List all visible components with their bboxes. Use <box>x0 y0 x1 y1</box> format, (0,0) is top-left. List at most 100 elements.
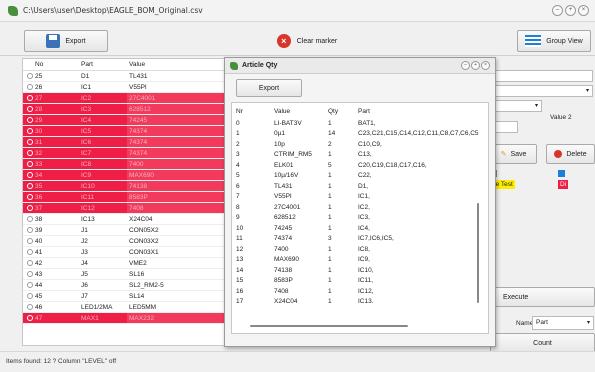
expand-icon[interactable] <box>27 117 33 123</box>
expand-icon[interactable] <box>27 238 33 244</box>
minimize-icon[interactable]: – <box>552 5 563 16</box>
table-row[interactable]: 12 7400 1 IC8, <box>232 244 488 255</box>
horizontal-scrollbar[interactable] <box>250 325 408 327</box>
execute-button[interactable]: Execute <box>490 287 595 307</box>
table-row[interactable]: 3 CTRIM_RM5 1 C13, <box>232 150 488 161</box>
cell-no: 37 <box>35 204 43 212</box>
expand-icon[interactable] <box>27 293 33 299</box>
table-row[interactable]: 14 74138 1 IC10, <box>232 265 488 276</box>
header-value[interactable]: Value <box>129 61 145 68</box>
save-button[interactable]: ✎ Save <box>490 144 537 164</box>
expand-icon[interactable] <box>27 106 33 112</box>
table-row[interactable]: 11 74374 3 IC7,IC6,IC5, <box>232 234 488 245</box>
minimize-icon[interactable]: – <box>461 61 470 70</box>
cell-qty: 14 <box>328 130 336 137</box>
cell-qty: 1 <box>328 287 332 295</box>
maximize-icon[interactable]: + <box>565 5 576 16</box>
cell-value: 7400 <box>129 160 144 168</box>
table-row[interactable]: 47 MAX1 MAX232 <box>23 313 227 324</box>
expand-icon[interactable] <box>27 249 33 255</box>
table-row[interactable]: 44 J6 SL2_RM2-5 <box>23 280 227 291</box>
header-qty[interactable]: Qty <box>328 108 338 115</box>
expand-icon[interactable] <box>27 128 33 134</box>
expand-icon[interactable] <box>27 150 33 156</box>
vertical-scrollbar[interactable] <box>477 203 479 303</box>
close-icon[interactable]: × <box>481 61 490 70</box>
table-row[interactable]: 5 10µ/16V 1 C22, <box>232 171 488 182</box>
close-icon[interactable]: × <box>578 5 589 16</box>
table-row[interactable]: 28 IC3 628512 <box>23 104 227 115</box>
expand-icon[interactable] <box>27 139 33 145</box>
cell-no: 39 <box>35 226 43 234</box>
table-row[interactable]: 43 J5 SL16 <box>23 269 227 280</box>
table-row[interactable]: 33 IC8 7400 <box>23 159 227 170</box>
table-row[interactable]: 4 ELK01 5 C20,C19,C18,C17,C16, <box>232 160 488 171</box>
clear-marker-button[interactable]: × Clear marker <box>262 30 352 52</box>
table-row[interactable]: 8 27C4001 1 IC2, <box>232 202 488 213</box>
expand-icon[interactable] <box>27 315 33 321</box>
table-row[interactable]: 32 IC7 74374 <box>23 148 227 159</box>
expand-icon[interactable] <box>27 183 33 189</box>
table-row[interactable]: 2 10p 2 C10,C9, <box>232 139 488 150</box>
name-select[interactable]: Part ▾ <box>532 316 594 330</box>
header-nr[interactable]: Nr <box>236 108 243 115</box>
expand-icon[interactable] <box>27 73 33 79</box>
table-row[interactable]: 6 TL431 1 D1, <box>232 181 488 192</box>
table-row[interactable]: 29 IC4 74245 <box>23 115 227 126</box>
expand-icon[interactable] <box>27 271 33 277</box>
export-button[interactable]: Export <box>24 30 108 52</box>
group-view-button[interactable]: Group View <box>517 30 591 52</box>
table-row[interactable]: 39 J1 CON05X2 <box>23 225 227 236</box>
header-part[interactable]: Part <box>358 108 370 115</box>
table-row[interactable]: 1 0µ1 14 C23,C21,C15,C14,C12,C11,C8,C7,C6,C… <box>232 129 488 140</box>
expand-icon[interactable] <box>27 161 33 167</box>
header-value[interactable]: Value <box>274 108 290 115</box>
expand-icon[interactable] <box>27 194 33 200</box>
checkbox-2[interactable] <box>558 170 565 177</box>
edit-field-1[interactable] <box>490 70 593 82</box>
maximize-icon[interactable]: + <box>471 61 480 70</box>
table-row[interactable]: 36 IC11 8583P <box>23 192 227 203</box>
table-row[interactable]: 9 628512 1 IC3, <box>232 213 488 224</box>
table-row[interactable]: 45 J7 SL14 <box>23 291 227 302</box>
header-part[interactable]: Part <box>81 61 93 68</box>
edit-field-3[interactable]: ▾ <box>490 100 542 112</box>
expand-icon[interactable] <box>27 172 33 178</box>
count-button[interactable]: Count <box>490 333 595 353</box>
expand-icon[interactable] <box>27 227 33 233</box>
expand-icon[interactable] <box>27 216 33 222</box>
table-row[interactable]: 7 V55PI 1 IC1, <box>232 192 488 203</box>
expand-icon[interactable] <box>27 205 33 211</box>
cell-no: 29 <box>35 116 43 124</box>
cell-no: 26 <box>35 83 43 91</box>
table-row[interactable]: 35 IC10 74138 <box>23 181 227 192</box>
table-row[interactable]: 40 J2 CON03X2 <box>23 236 227 247</box>
table-row[interactable]: 16 7408 1 IC12, <box>232 286 488 297</box>
table-row[interactable]: 31 IC6 74374 <box>23 137 227 148</box>
dialog-title-bar[interactable]: Article Qty – + × <box>225 58 495 74</box>
table-row[interactable]: 46 LED1/2MA LED5MM <box>23 302 227 313</box>
table-row[interactable]: 10 74245 1 IC4, <box>232 223 488 234</box>
table-row[interactable]: 27 IC2 27C4001 <box>23 93 227 104</box>
expand-icon[interactable] <box>27 260 33 266</box>
expand-icon[interactable] <box>27 95 33 101</box>
table-row[interactable]: 15 8583P 1 IC11, <box>232 276 488 287</box>
edit-field-2[interactable]: ▾ <box>490 85 593 97</box>
table-row[interactable]: 25 D1 TL431 <box>23 71 227 82</box>
dialog-export-button[interactable]: Export <box>236 79 302 97</box>
expand-icon[interactable] <box>27 84 33 90</box>
table-row[interactable]: 30 IC5 74374 <box>23 126 227 137</box>
table-row[interactable]: 17 X24C04 1 IC13. <box>232 297 488 308</box>
table-row[interactable]: 42 J4 VME2 <box>23 258 227 269</box>
table-row[interactable]: 37 IC12 7408 <box>23 203 227 214</box>
table-row[interactable]: 34 IC9 MAX690 <box>23 170 227 181</box>
table-row[interactable]: 26 IC1 V55PI <box>23 82 227 93</box>
table-row[interactable]: 0 LI-BAT3V 1 BAT1, <box>232 118 488 129</box>
delete-button[interactable]: Delete <box>546 144 595 164</box>
expand-icon[interactable] <box>27 282 33 288</box>
table-row[interactable]: 13 MAX690 1 IC9, <box>232 255 488 266</box>
table-row[interactable]: 41 J3 CON03X1 <box>23 247 227 258</box>
table-row[interactable]: 38 IC13 X24C04 <box>23 214 227 225</box>
expand-icon[interactable] <box>27 304 33 310</box>
header-no[interactable]: No <box>35 61 43 68</box>
